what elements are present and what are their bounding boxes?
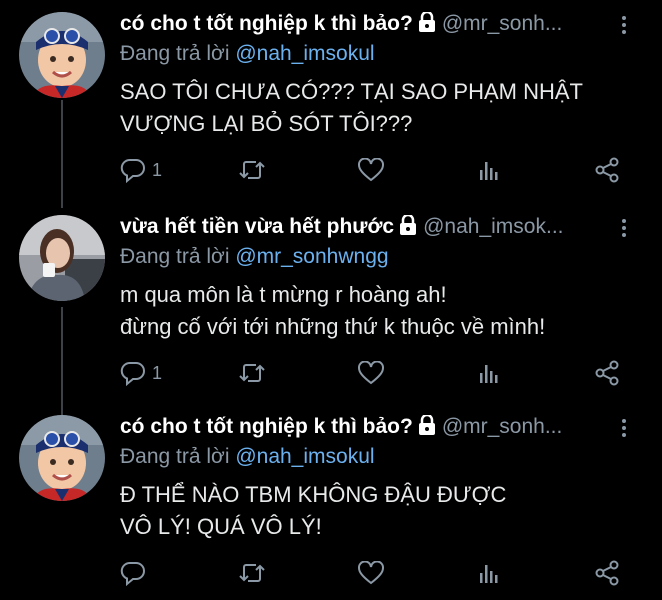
display-name[interactable]: có cho t tốt nghiệp k thì bảo? <box>120 415 413 438</box>
replying-to-label: Đang trả lời <box>120 42 230 65</box>
reply-button[interactable]: 1 <box>120 358 162 388</box>
reply-count: 1 <box>152 362 163 383</box>
views-icon <box>478 561 500 585</box>
tweet[interactable]: có cho t tốt nghiệp k thì bảo? @mr_sonh..… <box>0 415 662 600</box>
share-icon <box>594 560 620 586</box>
action-bar: 1 <box>120 155 640 185</box>
mention-link[interactable]: @mr_sonhwngg <box>235 245 388 268</box>
replying-to-label: Đang trả lời <box>120 445 230 468</box>
reply-button[interactable] <box>120 558 152 588</box>
retweet-icon <box>238 360 266 386</box>
reply-icon <box>120 157 146 183</box>
share-button[interactable] <box>594 155 620 185</box>
avatar[interactable] <box>19 12 105 98</box>
views-button[interactable] <box>478 558 500 588</box>
replying-to: Đang trả lời @nah_imsokul <box>120 445 375 469</box>
tweet-text: SAO TÔI CHƯA CÓ??? TẠI SAO PHẠM NHẬT VƯỢ… <box>120 76 583 140</box>
tweet[interactable]: vừa hết tiền vừa hết phước @nah_imsok... … <box>0 215 662 395</box>
tweet-text-line: Đ THỂ NÀO TBM KHÔNG ĐẬU ĐƯỢC <box>120 482 507 507</box>
lock-icon <box>418 12 436 37</box>
like-icon <box>358 158 384 182</box>
avatar[interactable] <box>19 415 105 501</box>
display-name[interactable]: có cho t tốt nghiệp k thì bảo? <box>120 12 413 35</box>
like-icon <box>358 361 384 385</box>
retweet-icon <box>238 157 266 183</box>
display-name[interactable]: vừa hết tiền vừa hết phước <box>120 215 394 238</box>
tweet-header: có cho t tốt nghiệp k thì bảo? @mr_sonh..… <box>120 415 602 445</box>
tweet-text-line: đừng cố với tới những thứ k thuộc về mìn… <box>120 314 546 339</box>
views-icon <box>478 158 500 182</box>
more-icon[interactable] <box>622 219 628 240</box>
share-button[interactable] <box>594 358 620 388</box>
tweet-text: Đ THỂ NÀO TBM KHÔNG ĐẬU ĐƯỢC VÔ LÝ! QUÁ … <box>120 479 506 543</box>
views-button[interactable] <box>478 155 500 185</box>
retweet-icon <box>238 560 266 586</box>
retweet-button[interactable] <box>238 358 266 388</box>
mention-link[interactable]: @nah_imsokul <box>235 445 374 468</box>
tweet[interactable]: có cho t tốt nghiệp k thì bảo? @mr_sonh..… <box>0 12 662 192</box>
retweet-button[interactable] <box>238 155 266 185</box>
replying-to: Đang trả lời @nah_imsokul <box>120 42 375 66</box>
more-icon[interactable] <box>622 16 628 37</box>
views-button[interactable] <box>478 358 500 388</box>
share-icon <box>594 157 620 183</box>
reply-button[interactable]: 1 <box>120 155 162 185</box>
tweet-text-line: m qua môn là t mừng r hoàng ah! <box>120 282 447 307</box>
tweet-header: có cho t tốt nghiệp k thì bảo? @mr_sonh..… <box>120 12 602 42</box>
like-button[interactable] <box>358 558 384 588</box>
action-bar <box>120 558 640 588</box>
share-button[interactable] <box>594 558 620 588</box>
username[interactable]: @mr_sonh... <box>442 12 563 35</box>
share-icon <box>594 360 620 386</box>
tweet-text-line: VÔ LÝ! QUÁ VÔ LÝ! <box>120 514 322 539</box>
more-icon[interactable] <box>622 419 628 440</box>
username[interactable]: @mr_sonh... <box>442 415 563 438</box>
like-button[interactable] <box>358 155 384 185</box>
username[interactable]: @nah_imsok... <box>423 215 563 238</box>
mention-link[interactable]: @nah_imsokul <box>235 42 374 65</box>
reply-icon <box>120 360 146 386</box>
views-icon <box>478 361 500 385</box>
tweet-text-line: SAO TÔI CHƯA CÓ??? TẠI SAO PHẠM NHẬT <box>120 79 583 104</box>
tweet-text-line: VƯỢNG LẠI BỎ SÓT TÔI??? <box>120 111 413 136</box>
reply-count: 1 <box>152 159 163 180</box>
avatar[interactable] <box>19 215 105 301</box>
lock-icon <box>418 415 436 440</box>
replying-to-label: Đang trả lời <box>120 245 230 268</box>
replying-to: Đang trả lời @mr_sonhwngg <box>120 245 389 269</box>
like-button[interactable] <box>358 358 384 388</box>
action-bar: 1 <box>120 358 640 388</box>
retweet-button[interactable] <box>238 558 266 588</box>
like-icon <box>358 561 384 585</box>
tweet-header: vừa hết tiền vừa hết phước @nah_imsok... <box>120 215 602 245</box>
reply-icon <box>120 560 146 586</box>
tweet-text: m qua môn là t mừng r hoàng ah! đừng cố … <box>120 279 545 343</box>
lock-icon <box>399 215 417 240</box>
